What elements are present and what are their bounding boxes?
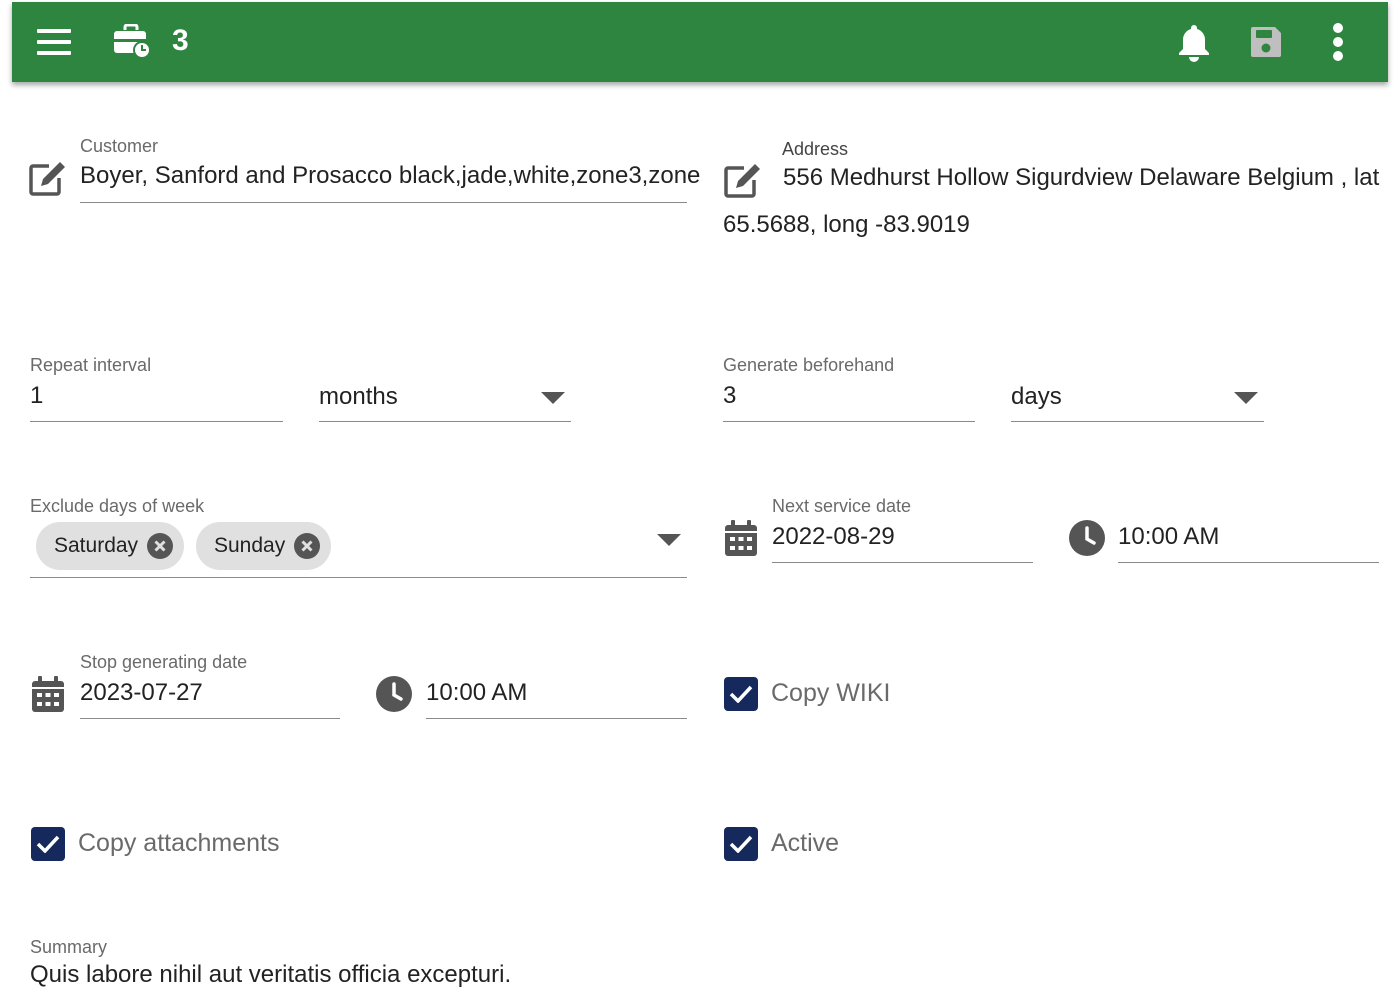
edit-icon — [724, 164, 760, 198]
clock-icon — [1069, 520, 1105, 556]
copy-wiki-label[interactable]: Copy WIKI — [771, 679, 890, 708]
exclude-days-label: Exclude days of week — [30, 496, 205, 516]
chip-sunday: Sunday — [196, 522, 331, 570]
copy-attachments-label[interactable]: Copy attachments — [78, 829, 280, 858]
briefcase-clock-icon — [114, 24, 151, 59]
caret-down-icon — [541, 392, 565, 404]
more-vert-icon — [1333, 23, 1343, 61]
repeat-unit-dropdown-button[interactable] — [540, 390, 566, 406]
notifications-button[interactable] — [1172, 20, 1216, 64]
stop-generating-time-picker-button[interactable] — [375, 675, 413, 713]
job-count-badge: 3 — [172, 24, 189, 57]
next-service-date-input[interactable]: 2022-08-29 — [772, 523, 895, 551]
next-service-date-picker-button[interactable] — [723, 518, 759, 558]
edit-address-button[interactable] — [723, 160, 763, 200]
next-service-date-label: Next service date — [772, 496, 912, 516]
repeat-unit-underline — [319, 421, 571, 422]
remove-chip-sunday-button[interactable] — [293, 532, 321, 560]
exclude-days-underline — [30, 577, 687, 578]
more-options-button[interactable] — [1318, 20, 1358, 64]
jobs-button[interactable] — [110, 20, 154, 64]
stop-generating-date-underline — [80, 718, 340, 719]
generate-beforehand-underline — [723, 421, 975, 422]
cancel-circle-icon — [147, 533, 174, 559]
address-line-1: 556 Medhurst Hollow Sigurdview Delaware … — [783, 164, 1380, 191]
address-label: Address — [782, 139, 849, 159]
active-label[interactable]: Active — [771, 829, 839, 858]
repeat-interval-underline — [30, 421, 283, 422]
generate-beforehand-label: Generate beforehand — [723, 355, 895, 375]
stop-generating-date-picker-button[interactable] — [30, 674, 66, 714]
remove-chip-saturday-button[interactable] — [146, 532, 174, 560]
check-icon — [729, 685, 753, 703]
menu-icon — [37, 29, 71, 55]
edit-customer-button[interactable] — [28, 158, 68, 198]
next-service-time-input[interactable]: 10:00 AM — [1118, 523, 1219, 551]
next-service-date-underline — [772, 562, 1033, 563]
generate-beforehand-unit-select[interactable]: days — [1011, 383, 1062, 411]
cancel-circle-icon — [294, 533, 321, 559]
copy-attachments-checkbox[interactable] — [31, 827, 65, 861]
next-service-time-underline — [1118, 562, 1379, 563]
stop-generating-time-input[interactable]: 10:00 AM — [426, 679, 527, 707]
copy-wiki-checkbox[interactable] — [724, 677, 758, 711]
stop-generating-time-underline — [426, 718, 687, 719]
calendar-icon — [725, 520, 757, 556]
app-bar: 3 — [12, 2, 1388, 82]
save-icon — [1251, 27, 1281, 57]
caret-down-icon — [1234, 392, 1258, 404]
clock-icon — [376, 676, 412, 712]
caret-down-icon — [657, 534, 681, 546]
repeat-interval-input[interactable]: 1 — [30, 382, 43, 410]
stop-generating-date-label: Stop generating date — [80, 652, 248, 672]
repeat-interval-unit-select[interactable]: months — [319, 383, 398, 411]
chip-label: Sunday — [214, 534, 286, 557]
stop-generating-date-input[interactable]: 2023-07-27 — [80, 679, 203, 707]
save-button[interactable] — [1244, 20, 1288, 64]
exclude-days-dropdown-button[interactable] — [656, 532, 682, 548]
active-checkbox[interactable] — [724, 827, 758, 861]
summary-input[interactable]: Quis labore nihil aut veritatis officia … — [30, 961, 511, 989]
chip-label: Saturday — [54, 534, 139, 557]
customer-label: Customer — [80, 136, 159, 156]
bell-icon — [1179, 25, 1209, 62]
repeat-interval-label: Repeat interval — [30, 355, 152, 375]
customer-value[interactable]: Boyer, Sanford and Prosacco black,jade,w… — [80, 162, 700, 190]
generate-beforehand-input[interactable]: 3 — [723, 382, 736, 410]
edit-icon — [29, 162, 65, 196]
customer-underline — [80, 202, 687, 203]
summary-label: Summary — [30, 937, 108, 957]
check-icon — [36, 835, 60, 853]
address-line-2: 65.5688, long -83.9019 — [723, 211, 970, 238]
check-icon — [729, 835, 753, 853]
generate-unit-underline — [1011, 421, 1264, 422]
generate-unit-dropdown-button[interactable] — [1233, 390, 1259, 406]
next-service-time-picker-button[interactable] — [1068, 519, 1106, 557]
menu-button[interactable] — [32, 22, 76, 62]
chip-saturday: Saturday — [36, 522, 184, 570]
calendar-icon — [32, 676, 64, 712]
